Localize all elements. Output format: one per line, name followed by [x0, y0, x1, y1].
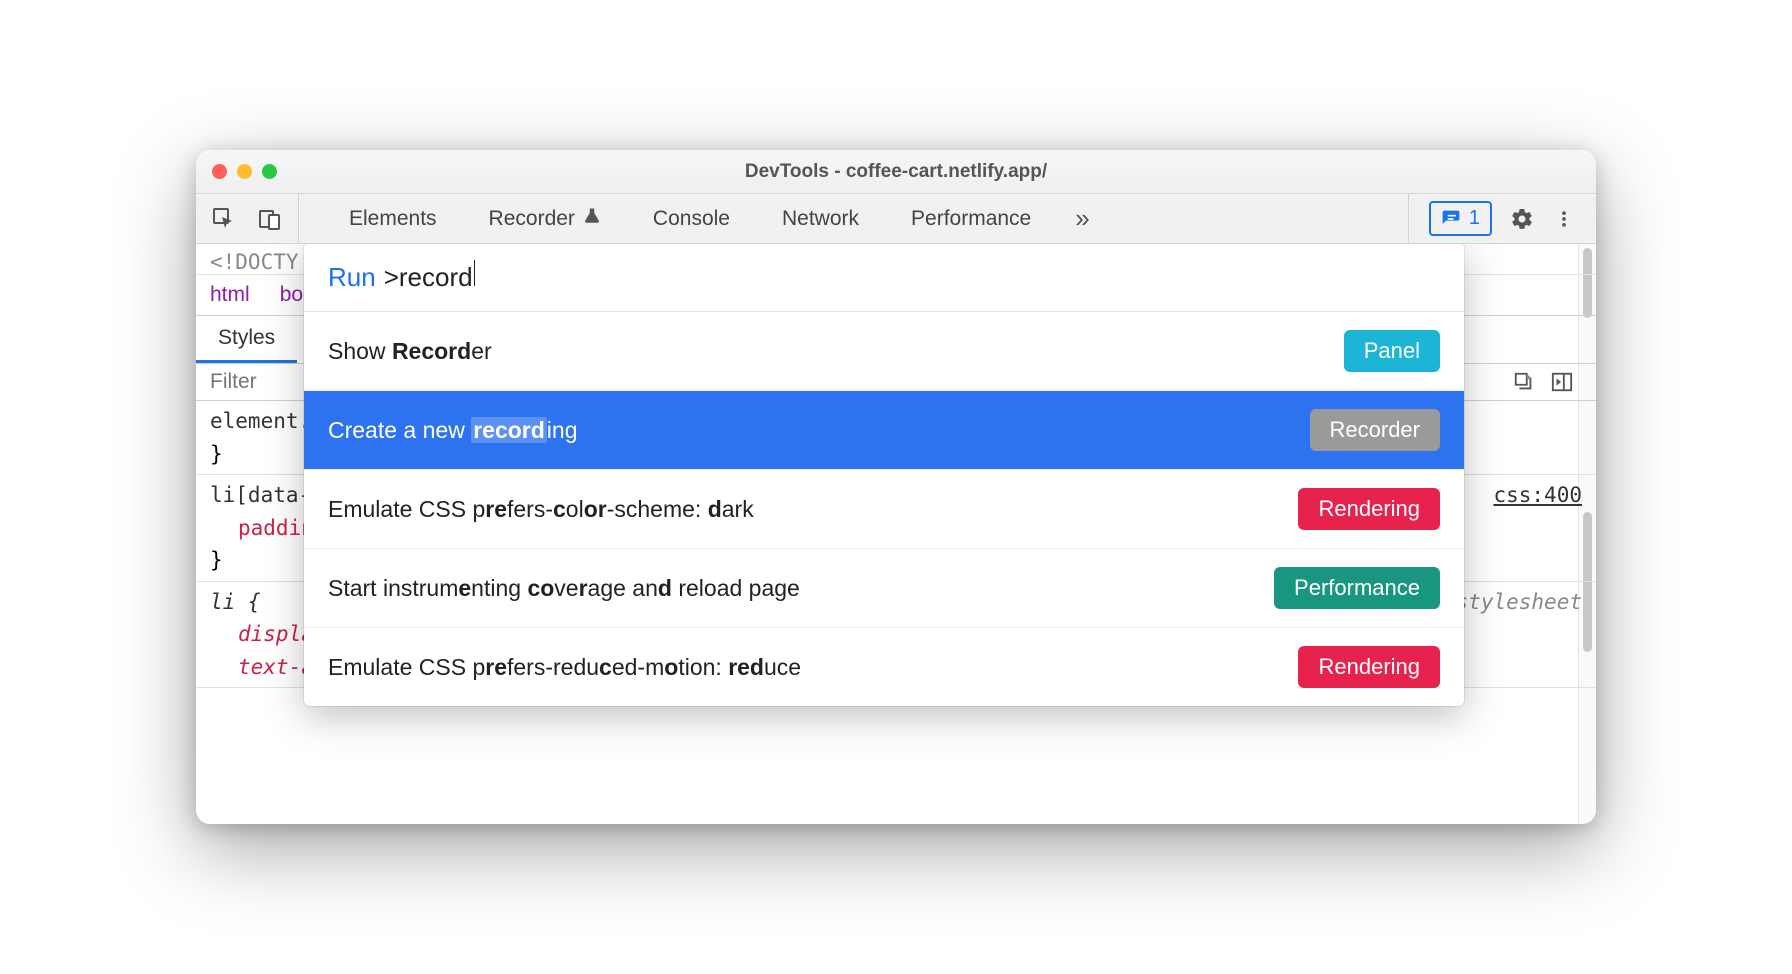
content-pane: <!DOCTY html bod Styles — [196, 244, 1596, 824]
result-badge-performance: Performance — [1274, 567, 1440, 609]
tab-label: Console — [653, 207, 730, 231]
styles-actions — [1512, 370, 1582, 394]
inspect-element-icon[interactable] — [212, 207, 236, 231]
command-menu: Run >record Show Recorder Panel Create a… — [304, 244, 1464, 706]
close-window-button[interactable] — [212, 164, 227, 179]
result-badge-recorder: Recorder — [1310, 409, 1440, 451]
command-result-item[interactable]: Show Recorder Panel — [304, 312, 1464, 391]
main-toolbar: Elements Recorder Console Network Perfor… — [196, 194, 1596, 244]
tab-performance[interactable]: Performance — [885, 194, 1057, 243]
command-result-label: Create a new recording — [328, 417, 578, 444]
rule-source-link[interactable]: css:400 — [1493, 479, 1582, 512]
issues-count: 1 — [1469, 207, 1480, 230]
result-badge-panel: Panel — [1344, 330, 1440, 372]
issues-icon — [1441, 209, 1461, 229]
command-result-label: Show Recorder — [328, 338, 492, 365]
toolbar-right-group: 1 — [1408, 194, 1596, 243]
tab-label: Network — [782, 207, 859, 231]
rule-selector: li { — [210, 590, 261, 614]
result-badge-rendering: Rendering — [1298, 488, 1440, 530]
tab-recorder[interactable]: Recorder — [463, 194, 627, 243]
result-badge-rendering: Rendering — [1298, 646, 1440, 688]
computed-sidebar-toggle-icon[interactable] — [1550, 370, 1574, 394]
more-tabs-button[interactable]: » — [1057, 203, 1107, 234]
tab-elements[interactable]: Elements — [323, 194, 463, 243]
command-result-item[interactable]: Emulate CSS prefers-reduced-motion: redu… — [304, 628, 1464, 706]
command-result-label: Start instrumenting coverage and reload … — [328, 575, 800, 602]
text-cursor — [474, 260, 476, 286]
tab-network[interactable]: Network — [756, 194, 885, 243]
tab-label: Performance — [911, 207, 1031, 231]
sub-tab-styles[interactable]: Styles — [196, 316, 297, 363]
experiment-flask-icon — [583, 207, 601, 231]
breadcrumb-item[interactable]: html — [210, 283, 250, 307]
command-result-item[interactable]: Emulate CSS prefers-color-scheme: dark R… — [304, 470, 1464, 549]
window-titlebar: DevTools - coffee-cart.netlify.app/ — [196, 150, 1596, 194]
tab-console[interactable]: Console — [627, 194, 756, 243]
fullscreen-window-button[interactable] — [262, 164, 277, 179]
command-prefix: Run — [328, 262, 376, 293]
command-result-label: Emulate CSS prefers-color-scheme: dark — [328, 496, 754, 523]
device-toolbar-icon[interactable] — [258, 207, 282, 231]
toggle-classes-icon[interactable] — [1512, 370, 1536, 394]
devtools-window: DevTools - coffee-cart.netlify.app/ Elem… — [196, 150, 1596, 824]
command-result-item[interactable]: Start instrumenting coverage and reload … — [304, 549, 1464, 628]
issues-button[interactable]: 1 — [1429, 201, 1492, 236]
command-query: >record — [384, 262, 473, 293]
tab-label: Elements — [349, 207, 437, 231]
tab-label: Recorder — [489, 207, 575, 231]
command-result-label: Emulate CSS prefers-reduced-motion: redu… — [328, 654, 801, 681]
toolbar-left-group — [196, 194, 299, 243]
window-controls — [212, 164, 277, 179]
panel-tabs: Elements Recorder Console Network Perfor… — [299, 194, 1408, 243]
kebab-menu-icon[interactable] — [1552, 207, 1576, 231]
window-title: DevTools - coffee-cart.netlify.app/ — [196, 161, 1596, 183]
command-input[interactable]: Run >record — [304, 244, 1464, 312]
minimize-window-button[interactable] — [237, 164, 252, 179]
rule-property: paddin — [210, 516, 314, 540]
settings-gear-icon[interactable] — [1510, 207, 1534, 231]
command-result-item-selected[interactable]: Create a new recording Recorder — [304, 391, 1464, 470]
